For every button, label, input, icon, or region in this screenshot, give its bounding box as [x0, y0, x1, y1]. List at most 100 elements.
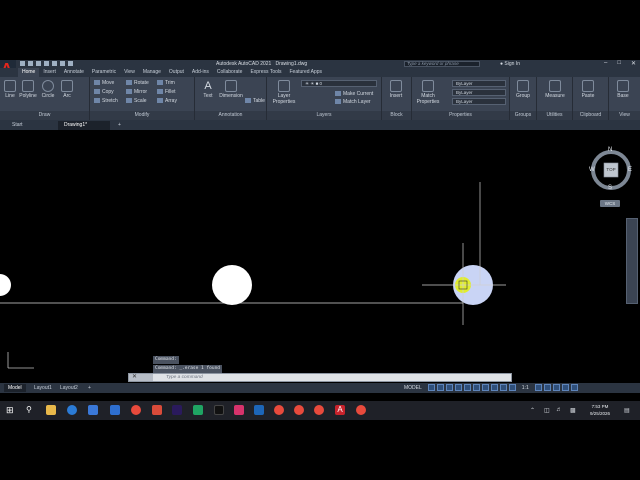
search-input[interactable]: Type a keyword or phrase — [404, 61, 480, 67]
osnap-icon[interactable] — [463, 384, 471, 391]
measure-tool[interactable]: Measure — [543, 80, 567, 99]
save-as-icon[interactable] — [44, 61, 49, 66]
print-icon[interactable] — [52, 61, 57, 66]
text-tool[interactable]: A Text — [199, 80, 217, 99]
polyline-tool[interactable]: Polyline — [19, 80, 37, 99]
sign-in-button[interactable]: ● Sign In — [500, 61, 520, 67]
base-tool[interactable]: Base — [614, 80, 632, 99]
block-panel-title[interactable]: Block — [382, 111, 411, 120]
annotation-scale[interactable]: 1:1 — [522, 385, 529, 391]
taskbar-clock[interactable]: 7:53 PM 9/25/2026 — [590, 403, 610, 417]
tab-insert[interactable]: Insert — [39, 68, 60, 77]
layer-dropdown[interactable]: ☀ ☀ ■ 0 — [301, 80, 377, 87]
redo-icon[interactable] — [68, 61, 73, 66]
tab-home[interactable]: Home — [18, 68, 40, 77]
move-tool[interactable]: Move — [94, 79, 114, 87]
tab-output[interactable]: Output — [165, 68, 188, 77]
tab-model[interactable]: Model — [4, 384, 26, 392]
grid-icon[interactable] — [427, 384, 435, 391]
workspace-icon[interactable] — [534, 384, 542, 391]
groups-panel-title[interactable]: Groups — [510, 111, 536, 120]
windows-start-icon[interactable]: ⊞ — [6, 405, 16, 415]
snap-icon[interactable] — [436, 384, 444, 391]
chrome-icon-5[interactable] — [356, 405, 366, 415]
layers-panel-title[interactable]: Layers — [267, 111, 381, 120]
color-dropdown[interactable]: ByLayer — [452, 80, 506, 87]
stretch-tool[interactable]: Stretch — [94, 97, 118, 105]
annotation-visibility-icon[interactable] — [508, 384, 516, 391]
compass-west[interactable]: W — [589, 167, 595, 173]
chrome-icon-4[interactable] — [314, 405, 324, 415]
tab-start[interactable]: Start — [6, 121, 29, 130]
add-layout-button[interactable]: + — [84, 384, 95, 392]
tab-manage[interactable]: Manage — [139, 68, 165, 77]
viewcube-top-face[interactable]: TOP — [605, 167, 617, 172]
drawing-canvas[interactable] — [0, 130, 640, 370]
undo-icon[interactable] — [60, 61, 65, 66]
pdf-icon[interactable] — [152, 405, 162, 415]
maximize-icon[interactable]: □ — [617, 60, 621, 67]
drawing-area[interactable] — [0, 130, 640, 370]
clipboard-panel-title[interactable]: Clipboard — [573, 111, 608, 120]
navigation-bar[interactable] — [626, 218, 638, 304]
circle-tool[interactable]: Circle — [39, 80, 57, 99]
properties-panel-title[interactable]: Properties — [412, 111, 509, 120]
circle-middle[interactable] — [212, 265, 252, 305]
arc-tool[interactable]: Arc — [58, 80, 76, 99]
search-icon[interactable]: ⚲ — [26, 405, 36, 415]
match-layer-tool[interactable]: Match Layer — [335, 98, 371, 106]
view-panel-title[interactable]: View — [609, 111, 640, 120]
premiere-icon[interactable] — [172, 405, 182, 415]
chrome-icon-2[interactable] — [274, 405, 284, 415]
group-tool[interactable]: Group — [514, 80, 532, 99]
compass-south[interactable]: S — [608, 185, 612, 191]
tab-featured-apps[interactable]: Featured Apps — [286, 68, 327, 77]
close-icon[interactable]: ✕ — [631, 60, 636, 67]
draw-panel-title[interactable]: Draw — [0, 111, 89, 120]
tab-view[interactable]: View — [120, 68, 139, 77]
battery-icon[interactable]: ▩ — [570, 407, 576, 414]
line-tool[interactable]: Line — [1, 80, 19, 99]
tab-layout2[interactable]: Layout2 — [56, 384, 82, 392]
instagram-icon[interactable] — [234, 405, 244, 415]
layer-properties-tool[interactable]: Layer Properties — [271, 80, 297, 105]
lineweight-icon[interactable] — [481, 384, 489, 391]
polar-icon[interactable] — [454, 384, 462, 391]
dimension-tool[interactable]: Dimension — [219, 80, 243, 99]
chrome-icon[interactable] — [131, 405, 141, 415]
fillet-tool[interactable]: Fillet — [157, 88, 176, 96]
excel-icon[interactable] — [193, 405, 203, 415]
minimize-icon[interactable]: – — [604, 60, 607, 67]
otrack-icon[interactable] — [472, 384, 480, 391]
tiktok-icon[interactable] — [214, 405, 224, 415]
make-current-tool[interactable]: Make Current — [335, 90, 373, 98]
utilities-panel-title[interactable]: Utilities — [537, 111, 572, 120]
tab-drawing1[interactable]: Drawing1* — [58, 121, 110, 130]
tab-express-tools[interactable]: Express Tools — [246, 68, 285, 77]
notification-icon[interactable]: ▤ — [624, 407, 630, 414]
linkedin-icon[interactable] — [254, 405, 264, 415]
linetype-dropdown[interactable]: ByLayer — [452, 89, 506, 96]
new-tab-button[interactable]: + — [112, 121, 127, 130]
scale-tool[interactable]: Scale — [126, 97, 147, 105]
autocad-taskbar-icon[interactable]: A — [335, 405, 345, 415]
chrome-icon-3[interactable] — [294, 405, 304, 415]
volume-icon[interactable]: ♬ — [556, 407, 562, 413]
ortho-icon[interactable] — [445, 384, 453, 391]
tab-layout1[interactable]: Layout1 — [30, 384, 56, 392]
command-input[interactable]: Type a command — [166, 374, 203, 381]
lineweight-dropdown[interactable]: ByLayer — [452, 98, 506, 105]
tab-add-ins[interactable]: Add-ins — [188, 68, 213, 77]
trim-tool[interactable]: Trim — [157, 79, 175, 87]
model-space-button[interactable]: MODEL — [404, 385, 422, 391]
new-icon[interactable] — [20, 61, 25, 66]
tab-annotate[interactable]: Annotate — [60, 68, 88, 77]
isolate-icon[interactable] — [543, 384, 551, 391]
compass-north[interactable]: N — [608, 147, 612, 153]
modify-panel-title[interactable]: Modify — [90, 111, 194, 120]
hardware-acceleration-icon[interactable] — [552, 384, 560, 391]
paste-tool[interactable]: Paste — [579, 80, 597, 99]
annotation-panel-title[interactable]: Annotation — [195, 111, 266, 120]
wcs-menu[interactable]: WCS — [600, 200, 620, 207]
file-explorer-icon[interactable] — [46, 405, 56, 415]
